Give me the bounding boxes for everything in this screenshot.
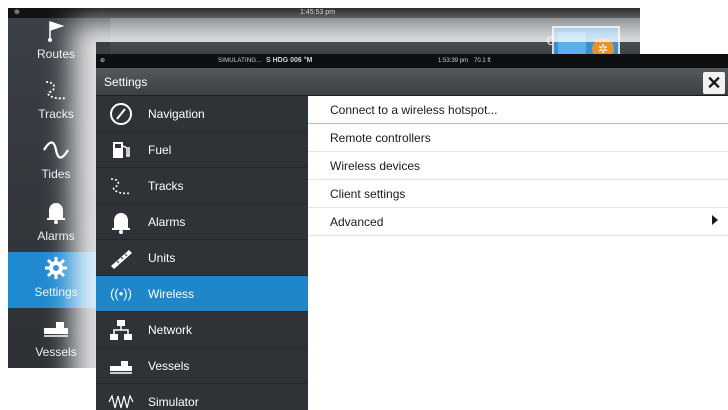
sidebar-item-vessels[interactable]: Vessels (8, 312, 104, 368)
background-status-time: 1:45:53 pm (300, 9, 336, 16)
option-label: Advanced (330, 215, 384, 229)
track-icon (108, 174, 134, 198)
track-icon (42, 78, 70, 102)
sidebar-item-tracks[interactable]: Tracks (8, 74, 104, 130)
option-wireless-devices[interactable]: Wireless devices (308, 152, 728, 180)
close-button[interactable]: ✕ (703, 72, 725, 94)
sidebar-item-label: Routes (36, 47, 76, 61)
category-label: Navigation (148, 107, 205, 121)
sidebar-item-label: Tracks (38, 107, 74, 121)
option-label: Client settings (330, 187, 406, 201)
category-label: Simulator (148, 395, 199, 409)
option-remote-controllers[interactable]: Remote controllers (308, 124, 728, 152)
status-indicator-icon: ⊕ (100, 58, 106, 64)
category-label: Vessels (148, 359, 190, 373)
category-label: Units (148, 251, 176, 265)
status-time: 1:53:39 pm (438, 58, 469, 64)
category-navigation[interactable]: Navigation (96, 96, 308, 132)
category-label: Tracks (148, 179, 184, 193)
option-label: Remote controllers (330, 131, 431, 145)
category-simulator[interactable]: Simulator (96, 384, 308, 410)
category-vessels[interactable]: Vessels (96, 348, 308, 384)
category-units[interactable]: Units (96, 240, 308, 276)
sidebar-item-tides[interactable]: Tides (8, 134, 104, 190)
ruler-icon (108, 246, 134, 270)
category-alarms[interactable]: Alarms (96, 204, 308, 240)
heading-readout: S HDG 006 °M (266, 57, 313, 64)
sidebar-item-label: Alarms (37, 229, 75, 243)
option-connect-hotspot[interactable]: Connect to a wireless hotspot... (308, 96, 728, 124)
sidebar-item-label: Vessels (35, 345, 77, 359)
network-icon (108, 318, 134, 342)
option-advanced[interactable]: Advanced (308, 208, 728, 236)
simulating-indicator: SIMULATING... (218, 58, 262, 64)
dialog-title: Settings (104, 75, 148, 89)
depth-readout: 70.1 ft (474, 58, 491, 64)
option-client-settings[interactable]: Client settings (308, 180, 728, 208)
bell-icon (42, 200, 70, 224)
category-label: Wireless (148, 287, 195, 301)
wireless-options-list: Connect to a wireless hotspot... Remote … (308, 96, 728, 410)
route-flag-icon (42, 18, 70, 42)
wave-icon (42, 138, 70, 162)
category-network[interactable]: Network (96, 312, 308, 348)
category-label: Network (148, 323, 193, 337)
gear-icon (42, 256, 70, 280)
sidebar-item-label: Settings (34, 285, 78, 299)
chevron-right-icon (712, 215, 718, 225)
wireless-icon: ((•)) (110, 286, 132, 301)
settings-dialog: ⊕ SIMULATING... S HDG 006 °M 1:53:39 pm … (96, 54, 728, 410)
category-label: Fuel (148, 143, 172, 157)
fuel-pump-icon (108, 138, 134, 162)
simulator-wave-icon (108, 390, 134, 410)
category-fuel[interactable]: Fuel (96, 132, 308, 168)
compass-icon (108, 102, 134, 126)
category-wireless[interactable]: ((•)) Wireless (96, 276, 308, 312)
vessel-icon (42, 316, 70, 340)
screen: ⊕ 1:45:53 pm Close ✲ Routes Tracks Tides (0, 0, 728, 410)
vessel-icon (108, 354, 134, 378)
dialog-status-bar: ⊕ SIMULATING... S HDG 006 °M 1:53:39 pm … (96, 54, 728, 68)
sidebar-item-routes[interactable]: Routes (8, 14, 104, 70)
category-label: Alarms (148, 215, 186, 229)
sidebar-item-label: Tides (41, 167, 71, 181)
sidebar-item-settings[interactable]: Settings (8, 252, 104, 308)
close-x-icon: ✕ (706, 73, 722, 93)
option-label: Wireless devices (330, 159, 421, 173)
option-label: Connect to a wireless hotspot... (330, 103, 498, 117)
bell-icon (108, 210, 134, 234)
category-tracks[interactable]: Tracks (96, 168, 308, 204)
sidebar-item-alarms[interactable]: Alarms (8, 196, 104, 252)
settings-category-list: Navigation Fuel Tracks Alarms Units ((•)… (96, 96, 308, 410)
dialog-title-bar: Settings ✕ (96, 68, 728, 96)
